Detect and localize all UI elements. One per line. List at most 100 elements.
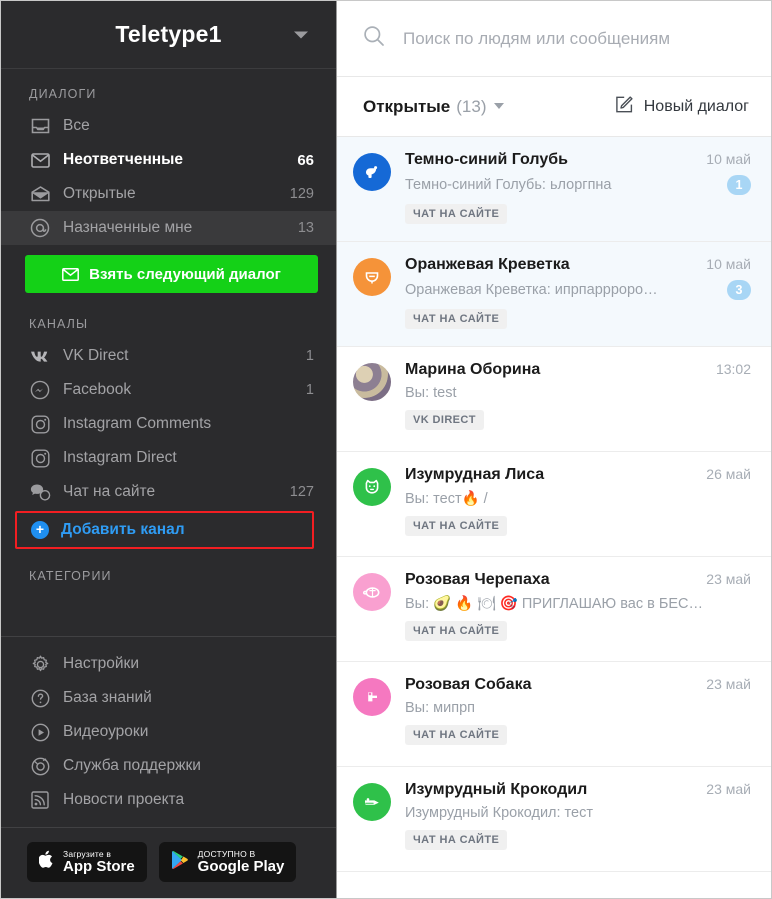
- workspace-header[interactable]: Teletype1: [1, 1, 336, 69]
- take-next-dialog-button[interactable]: Взять следующий диалог: [25, 255, 318, 293]
- dialog-filter-dropdown[interactable]: Открытые (13): [363, 97, 504, 117]
- dialog-time: 23 май: [706, 571, 751, 587]
- search-icon[interactable]: [363, 25, 385, 52]
- sidebar-item-count: 1: [305, 382, 314, 398]
- sidebar-item-settings[interactable]: Настройки: [1, 647, 336, 681]
- dialog-list-item[interactable]: Розовая Собака 23 май Вы: мипрп ЧАТ НА С…: [337, 662, 771, 767]
- filter-bar: Открытые (13) Новый диалог: [337, 77, 771, 137]
- lifebuoy-icon: [29, 755, 51, 777]
- dialog-time: 10 май: [706, 151, 751, 167]
- messenger-icon: [29, 379, 51, 401]
- vk-icon: [29, 345, 51, 367]
- dialog-time: 10 май: [706, 256, 751, 272]
- dialog-top-row: Розовая Черепаха 23 май: [405, 571, 751, 589]
- channel-tag: ЧАТ НА САЙТЕ: [405, 725, 508, 745]
- sidebar-item-knowledge-base[interactable]: База знаний: [1, 681, 336, 715]
- dialog-preview-row: Вы: тест🔥 /: [405, 490, 751, 507]
- chevron-down-icon[interactable]: [294, 31, 308, 38]
- dialog-top-row: Марина Оборина 13:02: [405, 361, 751, 379]
- avatar: [353, 783, 391, 821]
- dialog-preview: Оранжевая Креветка: ипрпаррроро…: [405, 282, 658, 298]
- sidebar-item-video-lessons[interactable]: Видеоуроки: [1, 715, 336, 749]
- sidebar-item-label: Неответченные: [63, 151, 184, 168]
- sidebar-item-label: Назначенные мне: [63, 219, 193, 236]
- google-play-button[interactable]: ДОСТУПНО В Google Play: [158, 842, 297, 882]
- sidebar-item-project-news[interactable]: Новости проекта: [1, 783, 336, 817]
- dialog-list-item[interactable]: Изумрудная Лиса 26 май Вы: тест🔥 / ЧАТ Н…: [337, 452, 771, 557]
- sidebar-item-label: Настройки: [63, 655, 140, 672]
- avatar: [353, 573, 391, 611]
- dialog-body: Темно-синий Голубь 10 май Темно-синий Го…: [405, 151, 751, 231]
- sidebar-item-count: 129: [289, 186, 314, 202]
- channel-tag: ЧАТ НА САЙТЕ: [405, 830, 508, 850]
- filter-name: Открытые: [363, 96, 451, 116]
- dialog-time: 26 май: [706, 466, 751, 482]
- dialog-list-item[interactable]: Марина Оборина 13:02 Вы: test VK DIRECT: [337, 347, 771, 452]
- channel-tag: ЧАТ НА САЙТЕ: [405, 621, 508, 641]
- sidebar: Teletype1 ДИАЛОГИ Все Неответченные 66 О…: [1, 1, 337, 898]
- filter-count: (13): [456, 96, 487, 116]
- apple-icon: [38, 850, 55, 874]
- dialog-list-item[interactable]: Изумрудный Крокодил 23 май Изумрудный Кр…: [337, 767, 771, 872]
- dialog-top-row: Изумрудный Крокодил 23 май: [405, 781, 751, 799]
- main-panel: Открытые (13) Новый диалог Темно-синий: [337, 1, 771, 898]
- sidebar-item-site-chat[interactable]: Чат на сайте 127: [1, 475, 336, 509]
- section-label-categories: КАТЕГОРИИ: [29, 569, 112, 583]
- dialog-top-row: Изумрудная Лиса 26 май: [405, 466, 751, 484]
- google-play-text: ДОСТУПНО В Google Play: [197, 849, 285, 875]
- dialog-list-item[interactable]: Оранжевая Креветка 10 май Оранжевая Крев…: [337, 242, 771, 347]
- dialog-name: Изумрудный Крокодил: [405, 781, 588, 798]
- dialog-name: Розовая Черепаха: [405, 571, 550, 588]
- dialog-preview: Вы: тест🔥 /: [405, 491, 488, 507]
- avatar: [353, 363, 391, 401]
- inbox-icon: [29, 115, 51, 137]
- dialog-body: Розовая Черепаха 23 май Вы: 🥑 🔥 🍽 🎯 ПРИГ…: [405, 571, 751, 651]
- dialog-time: 23 май: [706, 781, 751, 797]
- dialog-list-item[interactable]: Розовая Черепаха 23 май Вы: 🥑 🔥 🍽 🎯 ПРИГ…: [337, 557, 771, 662]
- dialog-body: Изумрудная Лиса 26 май Вы: тест🔥 / ЧАТ Н…: [405, 466, 751, 546]
- sidebar-item-label: Все: [63, 117, 90, 134]
- add-channel-button[interactable]: + Добавить канал: [17, 516, 312, 544]
- sidebar-item-label: Новости проекта: [63, 791, 185, 808]
- avatar: [353, 678, 391, 716]
- dialog-top-row: Оранжевая Креветка 10 май: [405, 256, 751, 274]
- google-play-icon: [171, 850, 190, 875]
- dialog-body: Марина Оборина 13:02 Вы: test VK DIRECT: [405, 361, 751, 441]
- instagram-icon: [29, 447, 51, 469]
- sidebar-item-vk-direct[interactable]: VK Direct 1: [1, 339, 336, 373]
- sidebar-item-all[interactable]: Все: [1, 109, 336, 143]
- unread-badge: 1: [727, 175, 751, 195]
- app-window: Teletype1 ДИАЛОГИ Все Неответченные 66 О…: [0, 0, 772, 899]
- search-input[interactable]: [403, 28, 751, 49]
- app-store-button[interactable]: Загрузите в App Store: [27, 842, 147, 882]
- envelope-open-icon: [29, 183, 51, 205]
- sidebar-item-label: Instagram Direct: [63, 449, 177, 466]
- add-channel-highlight: + Добавить канал: [15, 511, 314, 549]
- dialog-preview: Вы: 🥑 🔥 🍽 🎯 ПРИГЛАШАЮ вас в БЕС…: [405, 596, 703, 612]
- sidebar-item-instagram-comments[interactable]: Instagram Comments: [1, 407, 336, 441]
- google-play-big-label: Google Play: [197, 857, 285, 875]
- sidebar-item-label: Instagram Comments: [63, 415, 212, 432]
- new-dialog-label: Новый диалог: [643, 97, 749, 115]
- dialog-preview-row: Вы: мипрп: [405, 700, 751, 716]
- chat-bubble-icon: [29, 481, 51, 503]
- dialog-preview-row: Изумрудный Крокодил: тест: [405, 805, 751, 821]
- sidebar-item-open[interactable]: Открытые 129: [1, 177, 336, 211]
- sidebar-item-facebook[interactable]: Facebook 1: [1, 373, 336, 407]
- sidebar-item-unanswered[interactable]: Неответченные 66: [1, 143, 336, 177]
- unread-badge: 3: [727, 280, 751, 300]
- sidebar-footer: Настройки База знаний Видеоуроки Служба …: [1, 637, 336, 898]
- dialog-list[interactable]: Темно-синий Голубь 10 май Темно-синий Го…: [337, 137, 771, 898]
- sidebar-item-assigned-to-me[interactable]: Назначенные мне 13: [1, 211, 336, 245]
- new-dialog-button[interactable]: Новый диалог: [615, 95, 749, 119]
- instagram-icon: [29, 413, 51, 435]
- sidebar-scroll-area[interactable]: ДИАЛОГИ Все Неответченные 66 Открытые 12…: [1, 69, 336, 636]
- dialog-list-item[interactable]: Темно-синий Голубь 10 май Темно-синий Го…: [337, 137, 771, 242]
- dialog-name: Темно-синий Голубь: [405, 151, 568, 168]
- dialog-name: Марина Оборина: [405, 361, 541, 378]
- sidebar-item-support[interactable]: Служба поддержки: [1, 749, 336, 783]
- envelope-closed-icon: [29, 149, 51, 171]
- sidebar-item-count: 127: [289, 484, 314, 500]
- channel-tag: VK DIRECT: [405, 410, 484, 430]
- sidebar-item-instagram-direct[interactable]: Instagram Direct: [1, 441, 336, 475]
